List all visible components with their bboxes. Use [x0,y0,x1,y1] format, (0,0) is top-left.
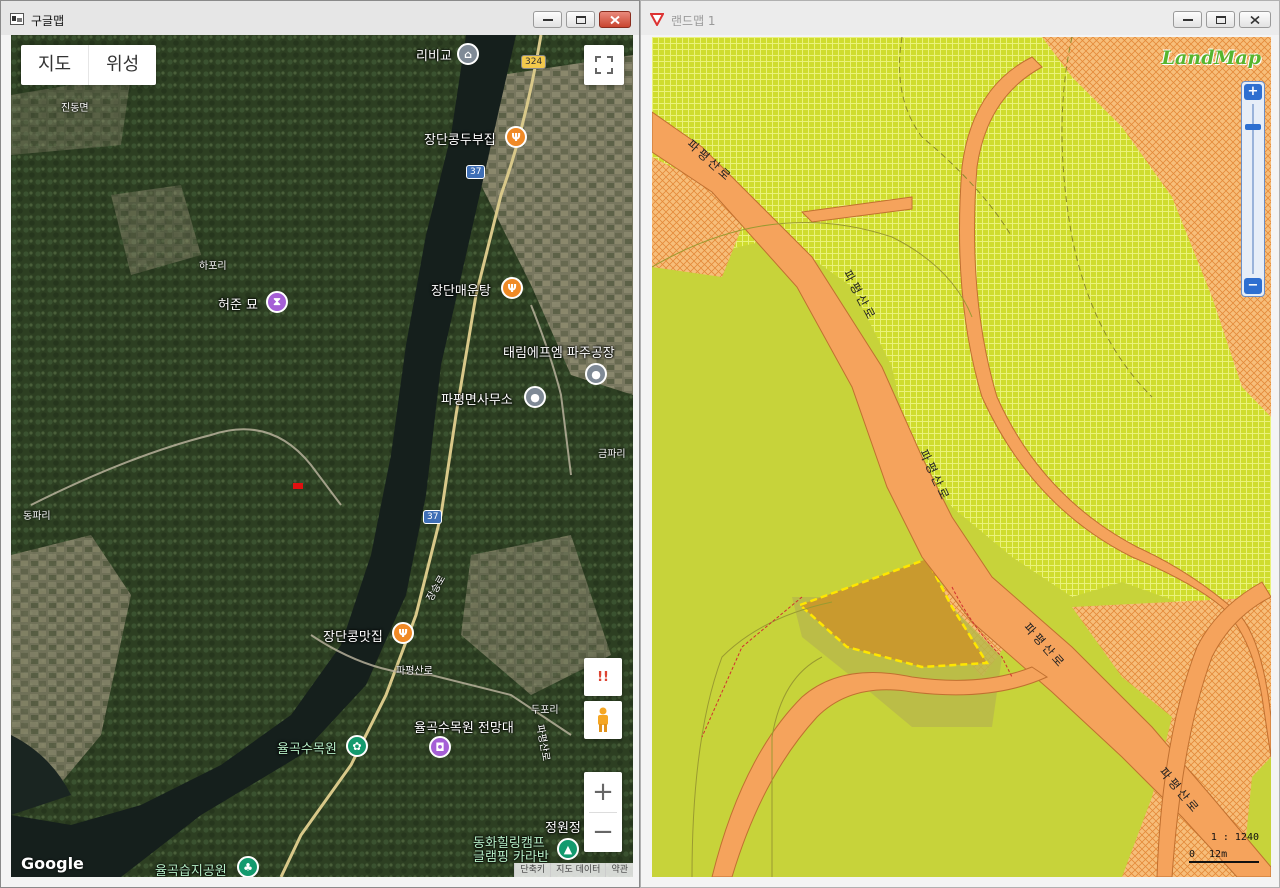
google-map-window: 구글맵 지도 위성 324 37 37 진동면 하포리 동파리 금파리 두포리 … [0,0,640,888]
landmap-app-icon [650,13,664,26]
pegman-icon [598,707,608,732]
close-icon [610,15,620,24]
map-type-map-button[interactable]: 지도 [21,45,88,85]
map-type-control: 지도 위성 [21,45,157,85]
slider-thumb[interactable] [1245,124,1261,130]
place-label: 하포리 [199,261,227,272]
pegman-button[interactable] [584,701,622,739]
park-icon[interactable]: ♣ [237,856,259,877]
close-button[interactable] [1239,11,1271,28]
title-bar[interactable]: 구글맵 [1,1,639,35]
alert-button[interactable]: !! [584,658,622,696]
scale-bar [1189,861,1259,863]
zoom-out-button[interactable]: − [1244,278,1262,294]
window-title: 구글맵 [31,14,65,28]
poi-label[interactable]: 태림에프엠 파주공장 [503,342,615,361]
minimize-button[interactable] [1173,11,1202,28]
road-label: 파평산로 [396,666,433,677]
close-button[interactable] [599,11,631,28]
minimize-icon [1182,18,1193,21]
poi-label[interactable]: 장단매운탕 [431,280,491,299]
zoom-in-button[interactable]: + [584,772,622,812]
route-shield: 37 [423,510,443,524]
maximize-icon [1215,15,1226,24]
app-icon [10,13,24,25]
poi-label[interactable]: 율곡수목원 전망대 [414,717,514,736]
route-shield: 324 [521,55,547,69]
bridge-icon[interactable]: ⌂ [457,43,479,65]
map-type-satellite-button[interactable]: 위성 [89,45,156,85]
minimize-icon [542,18,553,21]
shortcuts-link[interactable]: 단축키 [514,863,550,877]
terms-link[interactable]: 약관 [605,863,633,877]
scale-unit: 12m [1209,849,1228,860]
landmap-logo: LandMap [1161,47,1261,69]
poi-label[interactable]: 장단콩두부집 [424,129,496,148]
map-scale: 1 : 1240 0 12m [1189,832,1259,863]
window-title: 랜드맵 1 [671,14,716,28]
restaurant-icon[interactable]: Ψ [501,277,523,299]
zoom-control: + − [584,772,622,852]
poi-label[interactable]: 장단콩맛집 [323,626,383,645]
landmark-icon[interactable]: ⧗ [266,291,288,313]
map-data-link[interactable]: 지도 데이터 [550,863,605,877]
poi-label[interactable]: 율곡수목원 [277,738,337,757]
restaurant-icon[interactable]: Ψ [392,622,414,644]
poi-label[interactable]: 율곡습지공원 [155,860,227,877]
maximize-icon [575,15,586,24]
place-label: 두포리 [531,705,559,716]
fullscreen-icon [595,56,613,74]
place-label: 동파리 [23,511,51,522]
poi-label[interactable]: 리비교 [416,45,452,64]
place-label: 금파리 [598,449,626,460]
satellite-map[interactable]: 지도 위성 324 37 37 진동면 하포리 동파리 금파리 두포리 파평산로… [11,35,633,877]
title-bar[interactable]: 랜드맵 1 [641,1,1279,35]
camera-icon[interactable]: ◘ [429,736,451,758]
close-icon [1250,15,1260,24]
maximize-button[interactable] [1206,11,1235,28]
restaurant-icon[interactable]: Ψ [505,126,527,148]
poi-label[interactable]: 허준 묘 [218,294,258,313]
place-icon[interactable]: ● [585,363,607,385]
poi-label[interactable]: 동화힐링캠프 글램핑 카라반 [473,837,549,865]
poi-label[interactable]: 정원정 [545,817,581,836]
scale-zero: 0 [1189,849,1196,860]
camping-icon[interactable]: ▲ [557,838,579,860]
google-logo: Google [21,854,84,873]
poi-label[interactable]: 파평면사무소 [441,389,513,408]
route-shield: 37 [466,165,486,179]
minimize-button[interactable] [533,11,562,28]
landmap-window: 랜드맵 1 파평산로 파평산로 파평산로 파평산로 파평산로 LandMap +… [640,0,1280,888]
zoom-in-button[interactable]: + [1244,84,1262,100]
maximize-button[interactable] [566,11,595,28]
zoom-slider[interactable]: + − [1241,81,1265,297]
place-icon[interactable]: ● [524,386,546,408]
park-icon[interactable]: ✿ [346,735,368,757]
zoom-out-button[interactable]: − [584,813,622,852]
place-label: 진동면 [61,103,89,114]
location-marker [293,483,303,489]
zoning-map [652,37,1271,877]
fullscreen-button[interactable] [584,45,624,85]
landmap-canvas[interactable]: 파평산로 파평산로 파평산로 파평산로 파평산로 LandMap + − 1 :… [652,37,1271,877]
map-footer: 단축키 지도 데이터 약관 [514,863,633,877]
scale-ratio: 1 : 1240 [1210,832,1259,843]
